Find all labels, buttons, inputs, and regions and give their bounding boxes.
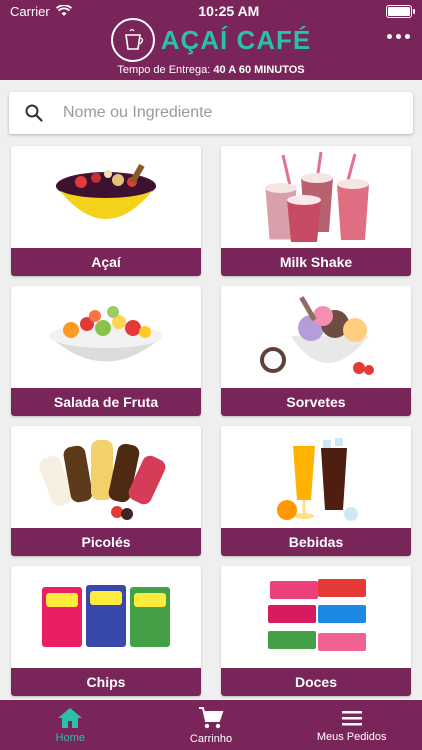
menu-list-icon (341, 710, 362, 725)
logo-icon (110, 18, 155, 62)
acai-bowl-image (11, 146, 201, 248)
milkshake-image (221, 146, 411, 248)
category-grid: Açaí Milk Shake Salada de Fruta Sorvetes… (11, 146, 411, 696)
app-header: Carrier 10:25 AM AÇAÍ CAFÉ Tempo de Entr… (0, 0, 422, 80)
category-label: Chips (11, 668, 201, 696)
cart-icon (199, 706, 224, 728)
category-bebidas[interactable]: Bebidas (221, 426, 411, 556)
cup-icon (124, 28, 143, 50)
category-label: Doces (221, 668, 411, 696)
category-label: Bebidas (221, 528, 411, 556)
search-icon (25, 104, 43, 122)
candy-image (221, 566, 411, 668)
home-icon (58, 707, 83, 728)
category-picoles[interactable]: Picolés (11, 426, 201, 556)
popsicle-image (11, 426, 201, 528)
category-label: Milk Shake (221, 248, 411, 276)
category-chips[interactable]: Chips (11, 566, 201, 696)
tab-meus-pedidos[interactable]: Meus Pedidos (281, 700, 422, 750)
tab-carrinho[interactable]: Carrinho (141, 700, 282, 750)
tab-label: Home (55, 731, 85, 744)
more-options-icon[interactable] (387, 34, 410, 39)
search-bar[interactable] (9, 92, 413, 134)
status-bar: Carrier 10:25 AM (0, 0, 422, 22)
fruit-salad-image (11, 286, 201, 388)
category-salada-de-fruta[interactable]: Salada de Fruta (11, 286, 201, 416)
delivery-time: Tempo de Entrega: 40 A 60 MINUTOS (117, 64, 305, 76)
category-label: Picolés (11, 528, 201, 556)
bottom-tab-bar: Home Carrinho Meus Pedidos (0, 700, 422, 750)
carrier-label: Carrier (10, 3, 50, 19)
category-acai[interactable]: Açaí (11, 146, 201, 276)
drinks-image (221, 426, 411, 528)
category-label: Salada de Fruta (11, 388, 201, 416)
category-sorvetes[interactable]: Sorvetes (221, 286, 411, 416)
status-time: 10:25 AM (198, 3, 260, 19)
tab-label: Meus Pedidos (316, 730, 387, 743)
category-doces[interactable]: Doces (221, 566, 411, 696)
battery-icon (386, 4, 415, 18)
tab-home[interactable]: Home (0, 700, 141, 750)
category-label: Sorvetes (221, 388, 411, 416)
brand: AÇAÍ CAFÉ (0, 18, 422, 62)
search-input[interactable] (61, 103, 365, 123)
tab-label: Carrinho (189, 732, 233, 745)
category-label: Açaí (11, 248, 201, 276)
wifi-icon (55, 5, 72, 16)
chips-image (11, 566, 201, 668)
app-title: AÇAÍ CAFÉ (160, 24, 312, 55)
ice-cream-image (221, 286, 411, 388)
category-milk-shake[interactable]: Milk Shake (221, 146, 411, 276)
